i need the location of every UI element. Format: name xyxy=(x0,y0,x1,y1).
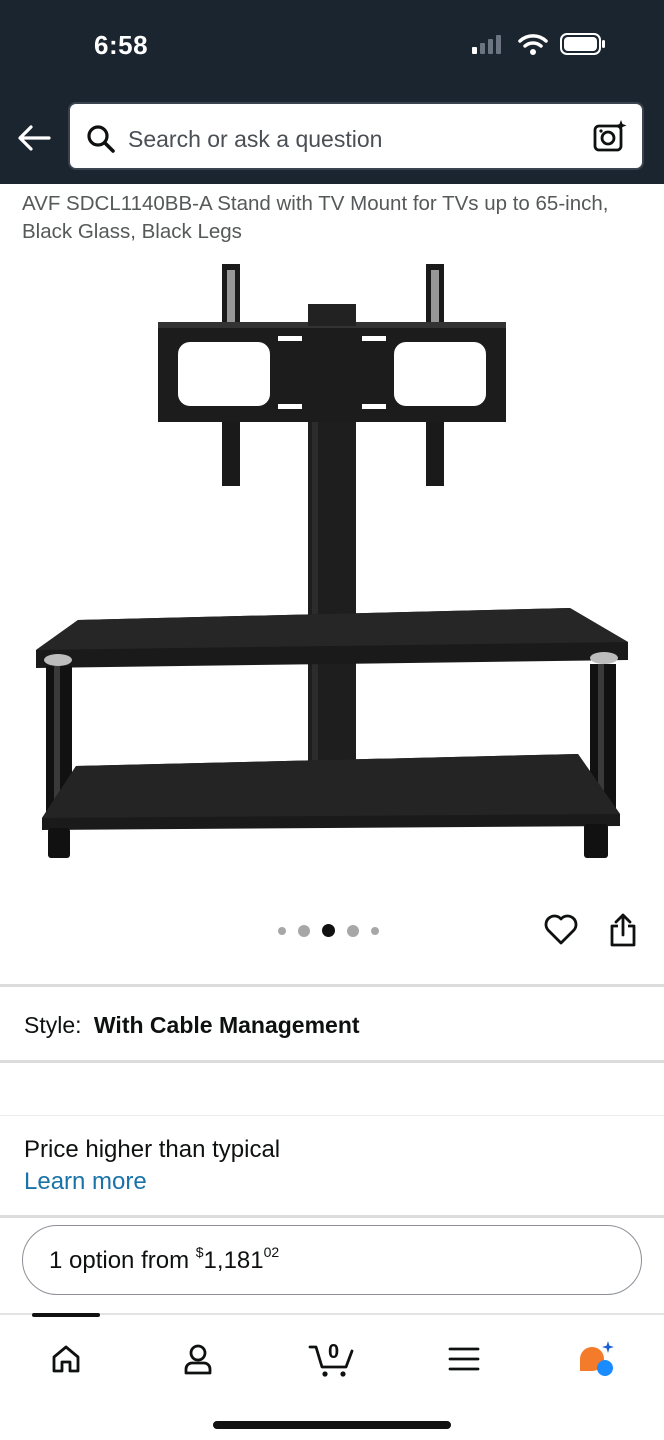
home-icon xyxy=(52,1345,80,1373)
tab-menu[interactable] xyxy=(434,1335,494,1383)
camera-search-button[interactable] xyxy=(592,118,628,159)
share-icon xyxy=(610,913,636,947)
product-title[interactable]: AVF SDCL1140BB-A Stand with TV Mount for… xyxy=(22,190,642,246)
active-tab-indicator xyxy=(32,1313,100,1317)
cellular-signal-icon xyxy=(472,34,506,59)
tab-account[interactable] xyxy=(168,1335,228,1383)
carousel-dot[interactable] xyxy=(298,924,310,937)
option-prefix: 1 option from xyxy=(49,1247,190,1274)
style-value: With Cable Management xyxy=(93,1012,360,1038)
heart-icon xyxy=(544,914,578,945)
share-button[interactable] xyxy=(608,912,638,953)
back-button[interactable] xyxy=(14,120,54,156)
style-label: Style: xyxy=(24,1012,82,1038)
option-text: 1 option from $1,18102 xyxy=(49,1244,280,1275)
tab-cart[interactable]: 0 xyxy=(302,1335,362,1383)
home-indicator xyxy=(213,1421,451,1429)
divider xyxy=(0,1215,664,1218)
rufus-icon xyxy=(580,1341,614,1376)
buying-options-button[interactable]: 1 option from $1,18102 xyxy=(22,1225,642,1295)
carousel-dot[interactable] xyxy=(347,924,359,937)
favorite-button[interactable] xyxy=(544,914,578,951)
search-header: Search or ask a question xyxy=(0,92,664,184)
status-bar: 6:58 xyxy=(0,0,664,92)
price-fraction: 02 xyxy=(263,1244,280,1260)
menu-icon xyxy=(448,1347,480,1371)
status-icons xyxy=(472,33,606,60)
search-icon xyxy=(86,124,116,159)
bottom-tab-bar: 0 xyxy=(0,1313,664,1440)
product-image[interactable] xyxy=(30,258,640,868)
arrow-left-icon xyxy=(18,125,51,151)
search-placeholder: Search or ask a question xyxy=(128,126,383,152)
battery-icon xyxy=(560,33,606,60)
divider xyxy=(0,984,664,987)
cart-count: 0 xyxy=(328,1341,340,1363)
search-input[interactable]: Search or ask a question xyxy=(68,102,644,170)
wifi-icon xyxy=(518,33,548,60)
price-higher-notice: Price higher than typical xyxy=(24,1136,281,1163)
carousel-dot-active[interactable] xyxy=(322,924,335,937)
account-icon xyxy=(184,1344,212,1375)
divider xyxy=(0,1060,664,1063)
price-currency: $ xyxy=(195,1244,204,1260)
divider xyxy=(0,1115,664,1116)
price-whole: 1,181 xyxy=(203,1247,264,1274)
tab-rufus[interactable] xyxy=(566,1335,626,1383)
image-carousel-indicator[interactable] xyxy=(278,924,379,937)
learn-more-link[interactable]: Learn more xyxy=(24,1168,147,1196)
carousel-dot[interactable] xyxy=(278,926,286,935)
price: $1,18102 xyxy=(195,1244,280,1274)
camera-icon xyxy=(593,120,627,152)
status-time: 6:58 xyxy=(94,30,149,60)
tab-home[interactable] xyxy=(36,1335,96,1383)
carousel-dot[interactable] xyxy=(371,926,379,935)
style-selector[interactable]: Style: With Cable Management xyxy=(24,1012,360,1039)
